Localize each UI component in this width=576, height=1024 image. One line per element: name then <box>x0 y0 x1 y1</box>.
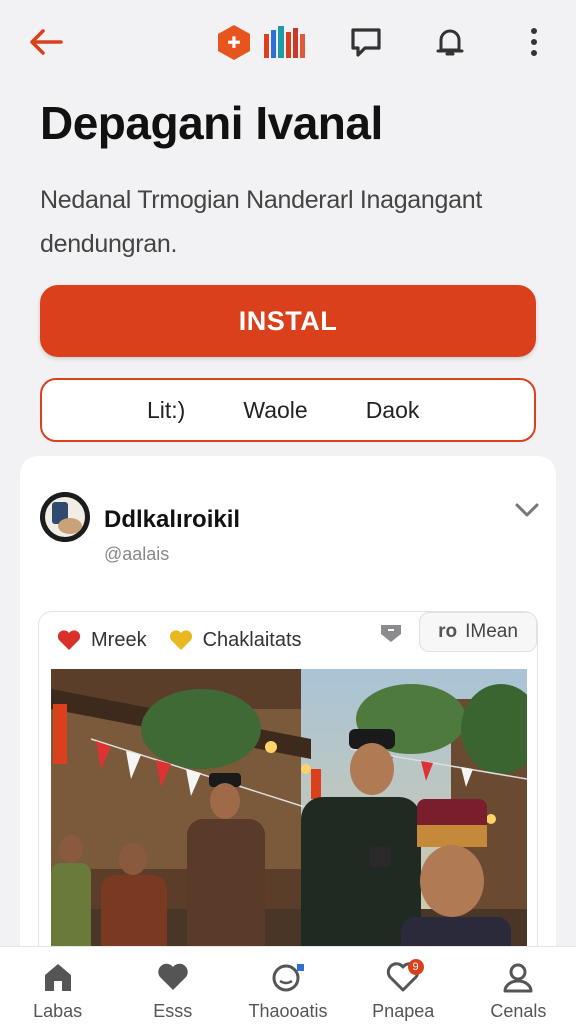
profile-icon <box>503 963 533 993</box>
reaction-label-2: Chaklaitats <box>202 628 302 651</box>
segment-item-1[interactable]: Lit:) <box>147 397 185 424</box>
nav-label-3: Thaooatis <box>248 1001 328 1021</box>
reactions-row: Mreek Chaklaitats <box>57 620 324 660</box>
nav-item-5[interactable]: Cenals <box>461 947 576 1024</box>
top-bar: ✚ <box>0 0 576 84</box>
heart-icon <box>158 963 188 990</box>
tag-button[interactable] <box>379 622 403 649</box>
reaction-label-1: Mreek <box>91 628 147 651</box>
home-icon <box>44 964 71 991</box>
more-menu-button[interactable] <box>516 24 552 60</box>
mean-button[interactable]: ro IMean <box>419 612 537 652</box>
post-handle: @aalais <box>104 544 170 564</box>
reaction-item-1[interactable]: Mreek <box>57 629 147 652</box>
nav-label-5: Cenals <box>490 1001 547 1021</box>
chat-bubble-icon <box>351 28 381 57</box>
chat-button[interactable] <box>348 24 384 60</box>
chevron-down-icon <box>515 503 539 517</box>
nav-item-4[interactable]: 9 Pnapea <box>346 947 461 1024</box>
notification-badge: 9 <box>407 959 424 975</box>
heart-icon <box>169 630 192 650</box>
nav-label-2: Esss <box>153 1001 193 1021</box>
nav-item-3[interactable]: Thaooatis <box>230 947 345 1024</box>
bottom-nav: Labas Esss Thaooatis 9 Pnapea Cenals <box>0 946 576 1024</box>
post-card: Ddlkalıroikil @aalais Mreek Chaklaitats <box>20 456 556 991</box>
festival-photo-image <box>51 669 527 969</box>
heart-icon <box>57 630 81 650</box>
post-header: Ddlkalıroikil @aalais <box>40 492 540 564</box>
post-author[interactable]: Ddlkalıroikil <box>104 506 240 534</box>
nav-item-2[interactable]: Esss <box>115 947 230 1024</box>
post-content: Mreek Chaklaitats ro IMean <box>38 611 538 991</box>
post-photo[interactable] <box>51 669 527 969</box>
nav-item-1[interactable]: Labas <box>0 947 115 1024</box>
more-vertical-icon <box>531 28 537 56</box>
shield-icon <box>381 625 401 642</box>
mean-label: IMean <box>465 621 518 642</box>
notifications-button[interactable] <box>432 24 468 60</box>
nav-label-1: Labas <box>33 1001 83 1021</box>
segment-item-3[interactable]: Daok <box>366 397 420 424</box>
top-actions <box>348 24 552 60</box>
mean-prefix: ro <box>438 621 458 642</box>
brand-hexagon-icon: ✚ <box>218 25 250 60</box>
avatar-image <box>40 492 90 542</box>
segment-control: Lit:) Waole Daok <box>40 378 536 442</box>
nav-label-4: Pnapea <box>372 1001 435 1021</box>
chat-icon <box>272 964 304 992</box>
back-button[interactable] <box>24 20 68 64</box>
segment-item-2[interactable]: Waole <box>243 397 307 424</box>
reaction-item-2[interactable]: Chaklaitats <box>169 629 302 652</box>
avatar[interactable] <box>40 492 90 542</box>
back-arrow-icon <box>30 29 63 55</box>
books-logo-icon <box>264 26 305 58</box>
expand-button[interactable] <box>514 502 540 523</box>
app-subtitle: Nedanal Trmogian Nanderarl Inagangant de… <box>40 186 482 258</box>
bell-icon <box>436 29 464 56</box>
app-title: Depagani Ivanal <box>40 97 383 149</box>
brand-logos: ✚ <box>216 23 312 61</box>
install-button[interactable]: INSTAL <box>40 285 536 357</box>
brand-mark: ✚ <box>227 33 240 52</box>
